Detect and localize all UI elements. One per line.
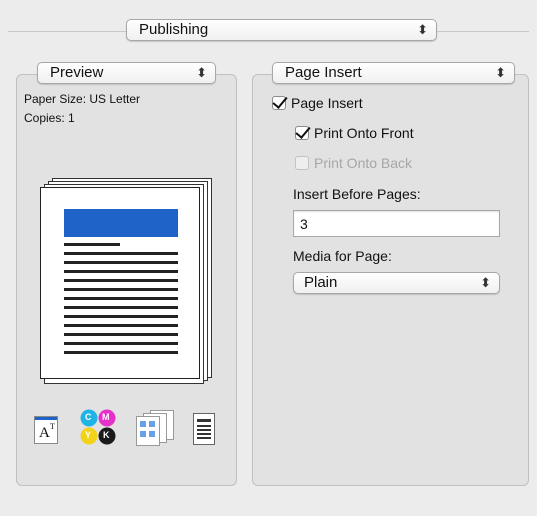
print-onto-front-checkbox[interactable] <box>295 126 309 140</box>
copies-text: Copies: 1 <box>24 111 75 125</box>
preview-popup-label: Preview <box>50 64 104 81</box>
cmyk-icon[interactable]: C M Y K <box>80 409 116 445</box>
preview-popup[interactable]: Preview ⬍ <box>37 62 216 84</box>
popup-arrows-icon: ⬍ <box>495 65 506 80</box>
page-insert-popup[interactable]: Page Insert ⬍ <box>272 62 515 84</box>
insert-before-pages-label: Insert Before Pages: <box>293 186 421 202</box>
media-for-page-label: Media for Page: <box>293 248 392 264</box>
font-icon[interactable]: A T <box>34 416 58 444</box>
page-insert-checkbox-row[interactable]: Page Insert <box>272 95 363 111</box>
page-preview-text-lines <box>64 243 178 360</box>
cmyk-y-letter: Y <box>85 430 92 440</box>
publishing-popup-label: Publishing <box>139 21 209 38</box>
font-icon-superscript: T <box>50 422 55 431</box>
page-insert-label: Page Insert <box>291 95 363 111</box>
cmyk-c-letter: C <box>85 412 92 422</box>
cmyk-m-letter: M <box>102 412 110 422</box>
page-preview <box>40 178 215 384</box>
page-insert-checkbox[interactable] <box>272 96 286 110</box>
print-onto-front-checkbox-row[interactable]: Print Onto Front <box>295 125 414 141</box>
print-onto-back-label: Print Onto Back <box>314 155 413 171</box>
page-preview-front-sheet <box>40 187 200 379</box>
layout-pages-icon[interactable] <box>136 410 178 446</box>
page-preview-header-block <box>64 209 178 237</box>
media-for-page-value: Plain <box>304 274 338 291</box>
document-text-icon[interactable] <box>193 413 215 445</box>
print-onto-back-checkbox[interactable] <box>295 156 309 170</box>
media-for-page-popup[interactable]: Plain ⬍ <box>293 272 500 294</box>
popup-arrows-icon: ⬍ <box>196 65 207 80</box>
cmyk-k-letter: K <box>103 430 110 440</box>
popup-arrows-icon: ⬍ <box>417 22 428 37</box>
publishing-popup[interactable]: Publishing ⬍ <box>126 19 437 41</box>
font-icon-letter: A <box>39 425 50 441</box>
paper-size-text: Paper Size: US Letter <box>24 92 141 106</box>
insert-before-pages-field[interactable] <box>293 210 500 237</box>
print-onto-front-label: Print Onto Front <box>314 125 414 141</box>
popup-arrows-icon: ⬍ <box>480 275 491 290</box>
print-onto-back-checkbox-row[interactable]: Print Onto Back <box>295 155 412 171</box>
page-insert-popup-label: Page Insert <box>285 64 362 81</box>
